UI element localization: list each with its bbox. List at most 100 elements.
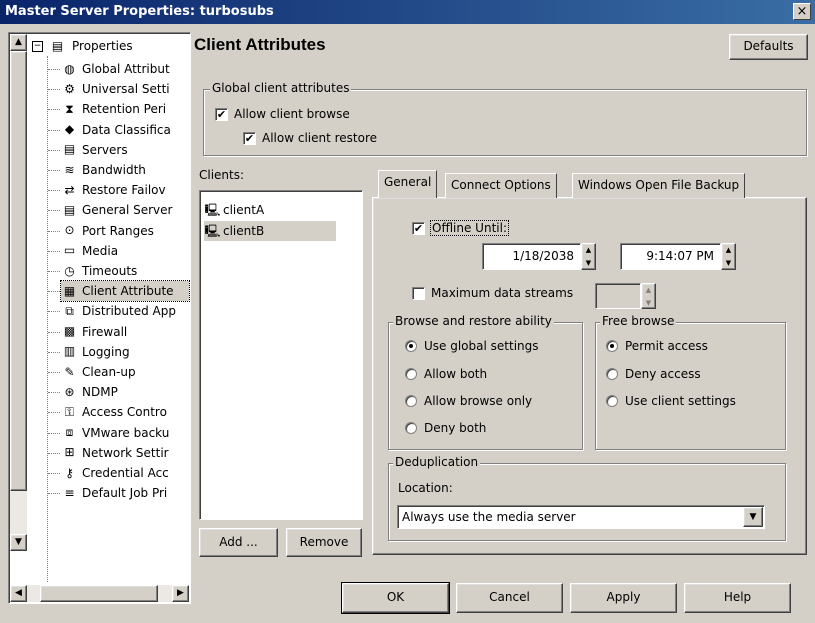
allow-client-browse-checkbox[interactable]: ✔ Allow client browse — [215, 107, 350, 121]
sidebar-item-vmware-backu[interactable]: ⧈ VMware backu — [61, 423, 189, 443]
radio-permit-access[interactable]: Permit access — [606, 339, 708, 353]
checkbox-box[interactable] — [412, 286, 425, 300]
sidebar-item-distributed-app[interactable]: ⧉ Distributed App — [61, 301, 189, 321]
tab-windows-open-file-backup[interactable]: Windows Open File Backup — [572, 173, 746, 198]
port-icon: ⊙ — [64, 223, 75, 238]
tree-scroll-thumb[interactable] — [10, 51, 27, 491]
sidebar-item-logging[interactable]: ▥ Logging — [61, 342, 189, 362]
radio-button[interactable] — [606, 395, 618, 407]
sidebar-item-clean-up[interactable]: ✎ Clean-up — [61, 362, 189, 382]
tree-horizontal-scrollbar[interactable]: ◀ ▶ — [10, 585, 189, 602]
dedup-location-select[interactable]: Always use the media server — [397, 505, 765, 529]
sidebar-item-timeouts[interactable]: ◷ Timeouts — [61, 261, 189, 281]
apply-button[interactable]: Apply — [570, 583, 677, 613]
sidebar-item-network-settir[interactable]: ⊞ Network Settir — [61, 443, 189, 463]
sidebar-item-media[interactable]: ▭ Media — [61, 241, 189, 261]
radio-use-global-settings[interactable]: Use global settings — [405, 339, 539, 353]
tree-connector — [48, 250, 60, 252]
sidebar-item-label: Restore Failov — [82, 183, 166, 198]
radio-deny-both[interactable]: Deny both — [405, 421, 486, 435]
tree-root-properties[interactable]: − ▤ Properties — [32, 37, 133, 55]
sidebar-item-global-attribut[interactable]: ◍ Global Attribut — [61, 59, 189, 79]
list-item[interactable]: 🖳 clientB — [204, 221, 336, 241]
scroll-up-icon[interactable]: ▲ — [10, 34, 27, 51]
scroll-right-icon[interactable]: ▶ — [172, 585, 189, 602]
spin-down-icon[interactable]: ▼ — [722, 257, 735, 270]
tree-vertical-scrollbar[interactable]: ▲ ▼ — [10, 34, 27, 551]
sidebar-item-label: Retention Peri — [82, 102, 167, 117]
radio-use-client-settings[interactable]: Use client settings — [606, 394, 736, 408]
checkbox-box[interactable]: ✔ — [215, 107, 228, 121]
checkbox-label: Offline Until: — [430, 220, 509, 236]
sidebar-item-restore-failov[interactable]: ⇄ Restore Failov — [61, 180, 189, 200]
sidebar-item-label: Firewall — [82, 324, 128, 339]
sidebar-item-general-server[interactable]: ▤ General Server — [61, 200, 189, 220]
spin-up-icon[interactable]: ▲ — [722, 244, 735, 257]
tree-connector — [48, 210, 60, 212]
tree-connector — [48, 331, 60, 333]
ok-button[interactable]: OK — [341, 582, 450, 614]
radio-deny-access[interactable]: Deny access — [606, 367, 701, 381]
tab-general[interactable]: General — [378, 170, 438, 198]
clients-listbox[interactable]: 🖳 clientA 🖳 clientB — [199, 190, 363, 520]
tab-connect-options[interactable]: Connect Options — [445, 173, 557, 198]
tree-connector — [48, 473, 60, 474]
sidebar-item-label: Port Ranges — [82, 223, 154, 238]
spin-up-icon[interactable]: ▲ — [582, 244, 595, 257]
sidebar-item-port-ranges[interactable]: ⊙ Port Ranges — [61, 221, 189, 241]
remove-client-button[interactable]: Remove — [286, 528, 362, 557]
scroll-left-icon[interactable]: ◀ — [10, 585, 27, 602]
checkbox-box[interactable]: ✔ — [243, 131, 256, 145]
sidebar-item-servers[interactable]: ▤ Servers — [61, 140, 189, 160]
scroll-down-icon[interactable]: ▼ — [10, 534, 27, 551]
job-priority-icon: ≡ — [64, 485, 75, 500]
chevron-down-icon[interactable]: ▼ — [743, 507, 763, 527]
radio-button[interactable] — [606, 368, 618, 380]
radio-button[interactable] — [405, 340, 417, 352]
radio-button[interactable] — [405, 422, 417, 434]
sidebar-item-ndmp[interactable]: ⊛ NDMP — [61, 382, 189, 402]
radio-button[interactable] — [606, 340, 618, 352]
maximum-data-streams-checkbox[interactable]: Maximum data streams — [412, 286, 573, 300]
radio-button[interactable] — [405, 368, 417, 380]
radio-allow-both[interactable]: Allow both — [405, 367, 487, 381]
sidebar-item-label: General Server — [82, 203, 173, 218]
offline-time-field[interactable]: 9:14:07 PM — [620, 243, 721, 270]
distributed-icon: ⧉ — [65, 303, 74, 318]
checkbox-label: Allow client browse — [234, 107, 350, 121]
tree-connector — [48, 69, 60, 70]
offline-until-checkbox[interactable]: ✔ Offline Until: — [412, 220, 509, 236]
offline-date-field[interactable]: 1/18/2038 — [482, 243, 581, 270]
date-spinner[interactable]: ▲ ▼ — [581, 243, 596, 270]
sidebar-item-retention-peri[interactable]: ⧗ Retention Peri — [61, 99, 189, 119]
help-button[interactable]: Help — [684, 583, 791, 613]
sidebar-item-credential-acc[interactable]: ⚷ Credential Acc — [61, 463, 189, 483]
sidebar-item-firewall[interactable]: ▩ Firewall — [61, 322, 189, 342]
collapse-icon[interactable]: − — [32, 40, 43, 52]
tree-hscroll-thumb[interactable] — [40, 585, 158, 602]
client-name: clientA — [223, 203, 265, 217]
spin-down-icon[interactable]: ▼ — [582, 257, 595, 270]
sidebar-item-access-contro[interactable]: ⚿ Access Contro — [61, 402, 189, 422]
global-client-attributes-group: Global client attributes — [203, 81, 807, 156]
retention-icon: ⧗ — [65, 101, 74, 116]
checkbox-label: Allow client restore — [262, 131, 378, 145]
sidebar-item-client-attribute[interactable]: ▦ Client Attribute — [60, 280, 190, 303]
sidebar-item-bandwidth[interactable]: ≋ Bandwidth — [61, 160, 189, 180]
radio-button[interactable] — [405, 395, 417, 407]
sidebar-item-default-job-pri[interactable]: ≡ Default Job Pri — [61, 483, 189, 503]
add-client-button[interactable]: Add ... — [199, 528, 278, 557]
access-control-icon: ⚿ — [64, 404, 75, 419]
sidebar-item-data-classifica[interactable]: ◆ Data Classifica — [61, 120, 189, 140]
defaults-button[interactable]: Defaults — [729, 34, 808, 60]
cancel-button[interactable]: Cancel — [456, 583, 563, 613]
close-button[interactable]: × — [793, 3, 811, 20]
time-spinner[interactable]: ▲ ▼ — [721, 243, 736, 270]
checkbox-box[interactable]: ✔ — [412, 221, 425, 235]
page-title: Client Attributes — [194, 35, 326, 54]
radio-allow-browse-only[interactable]: Allow browse only — [405, 394, 532, 408]
list-item[interactable]: 🖳 clientA — [204, 200, 336, 220]
settings-icon: ⚙ — [64, 81, 75, 96]
sidebar-item-universal-setti[interactable]: ⚙ Universal Setti — [61, 79, 189, 99]
allow-client-restore-checkbox[interactable]: ✔ Allow client restore — [243, 131, 377, 145]
